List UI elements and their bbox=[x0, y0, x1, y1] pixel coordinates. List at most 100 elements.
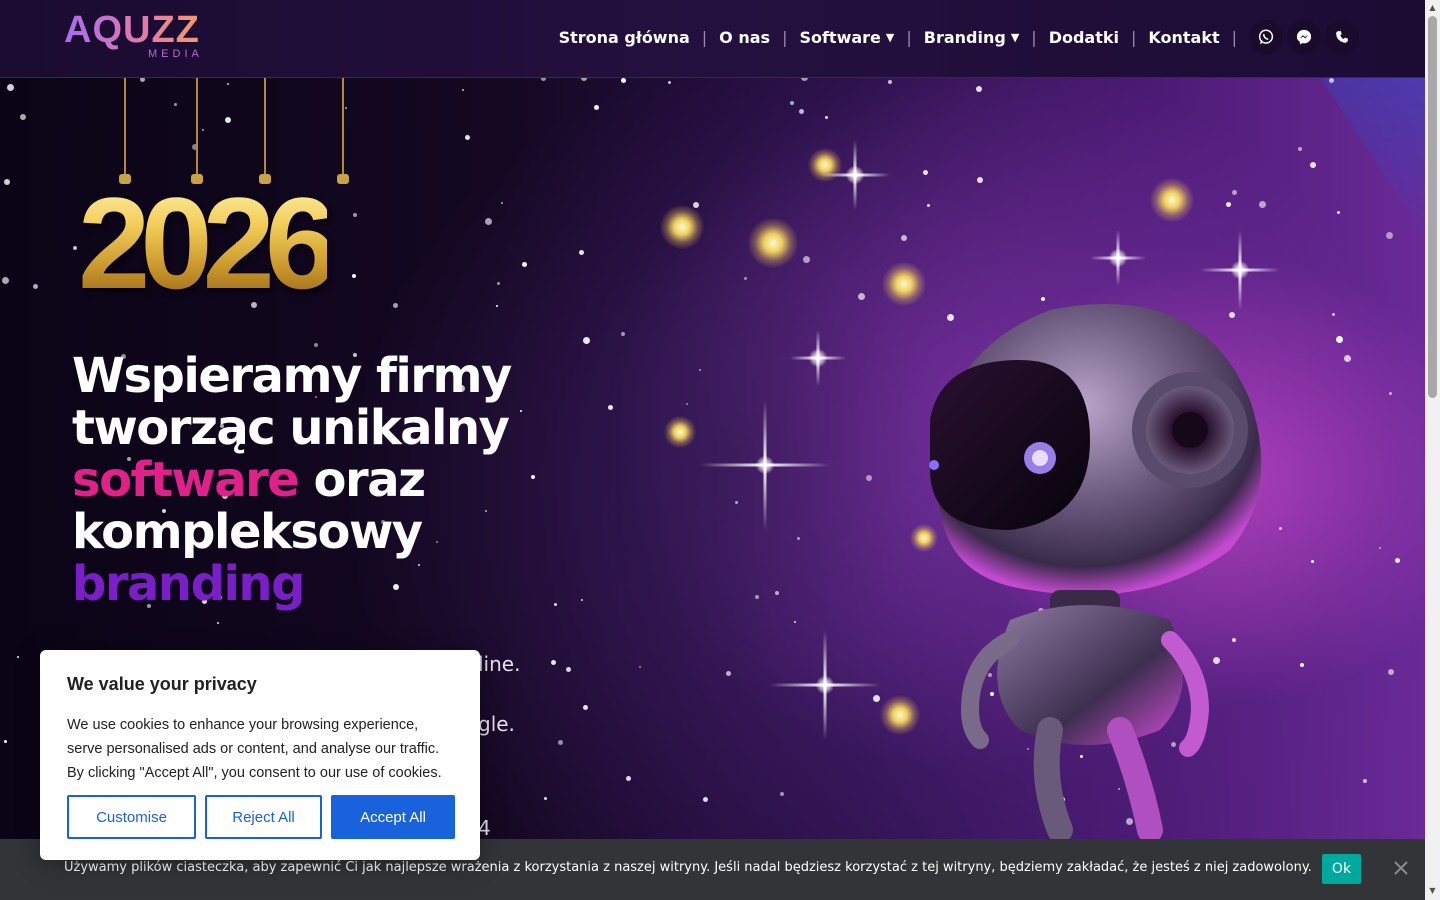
headline-line: kompleksowy bbox=[72, 504, 423, 560]
new-year-ornaments: 2026 bbox=[78, 78, 388, 328]
ornament-string bbox=[124, 78, 126, 178]
star-dot bbox=[17, 656, 19, 658]
star-dot bbox=[1363, 779, 1367, 783]
star-dot bbox=[581, 599, 583, 601]
hero-headline: Wspieramy firmy tworząc unikalny softwar… bbox=[72, 350, 532, 610]
star-dot bbox=[462, 89, 464, 91]
star-dot bbox=[797, 537, 800, 540]
star-dot bbox=[775, 591, 779, 595]
nav-item-contact[interactable]: Kontakt bbox=[1136, 28, 1231, 47]
aquzz-logo[interactable]: AQUZZ MEDIA bbox=[64, 10, 224, 62]
star-dot bbox=[726, 671, 731, 676]
star-dot bbox=[558, 740, 563, 745]
star-dot bbox=[1332, 313, 1335, 316]
star-dot bbox=[465, 135, 470, 140]
star-dot bbox=[803, 256, 810, 263]
star-dot bbox=[1329, 78, 1334, 83]
nav-item-about[interactable]: O nas bbox=[707, 28, 782, 47]
cookie-notice-text: Używamy plików ciasteczka, aby zapewnić … bbox=[64, 860, 1312, 875]
cookie-ok-button[interactable]: Ok bbox=[1322, 854, 1361, 884]
star-dot bbox=[1386, 232, 1393, 239]
star-dot bbox=[1336, 336, 1343, 343]
star-dot bbox=[1311, 560, 1314, 563]
star-dot bbox=[621, 78, 626, 83]
star-dot bbox=[755, 595, 759, 599]
scroll-down-arrow[interactable]: ▼ bbox=[1428, 886, 1437, 895]
star-dot bbox=[4, 740, 7, 743]
logo-subtitle: MEDIA bbox=[148, 48, 203, 60]
nav-item-label: Software bbox=[799, 28, 881, 47]
star-dot bbox=[1310, 162, 1316, 168]
star-dot bbox=[73, 246, 77, 250]
highlight-software: software bbox=[72, 452, 300, 508]
star-dot bbox=[799, 109, 804, 114]
nav-item-label: Branding bbox=[923, 28, 1006, 47]
star-dot bbox=[501, 202, 503, 204]
accept-all-button[interactable]: Accept All bbox=[331, 795, 455, 839]
nav-item-home[interactable]: Strona główna bbox=[547, 28, 702, 47]
star-dot bbox=[566, 667, 571, 672]
scrollbar-thumb[interactable] bbox=[1428, 16, 1437, 398]
phone-icon bbox=[1336, 31, 1348, 43]
star-dot bbox=[4, 179, 10, 185]
star-dot bbox=[522, 262, 527, 267]
star-dot bbox=[1388, 669, 1394, 675]
star-dot bbox=[496, 305, 498, 307]
close-icon[interactable] bbox=[1390, 857, 1412, 879]
star-dot bbox=[858, 293, 865, 300]
privacy-actions: Customise Reject All Accept All bbox=[67, 795, 455, 839]
star-dot bbox=[780, 792, 784, 796]
reject-all-button[interactable]: Reject All bbox=[205, 795, 322, 839]
star-dot bbox=[1337, 211, 1340, 214]
messenger-button[interactable] bbox=[1287, 20, 1321, 54]
golden-light bbox=[664, 416, 696, 448]
hero-subtext-fragment: line. bbox=[478, 652, 521, 676]
star-dot bbox=[554, 603, 557, 606]
star-dot bbox=[551, 660, 556, 665]
nav-item-branding[interactable]: Branding ▼ bbox=[912, 28, 1032, 47]
page-scrollbar[interactable]: ▲ ▼ bbox=[1425, 0, 1440, 900]
star-dot bbox=[608, 405, 613, 410]
star-dot bbox=[639, 666, 641, 668]
privacy-consent-modal: We value your privacy We use cookies to … bbox=[40, 650, 480, 860]
scroll-up-arrow[interactable]: ▲ bbox=[1428, 3, 1437, 12]
sparkle bbox=[820, 140, 890, 210]
star-dot bbox=[744, 277, 747, 280]
star-dot bbox=[794, 621, 796, 623]
star-dot bbox=[1389, 392, 1392, 395]
year-2026: 2026 bbox=[78, 170, 337, 316]
star-dot bbox=[888, 80, 892, 84]
star-dot bbox=[699, 369, 701, 371]
messenger-icon bbox=[1296, 29, 1312, 45]
star-dot bbox=[393, 303, 398, 308]
golden-light bbox=[748, 218, 798, 268]
star-dot bbox=[927, 204, 930, 207]
logo-wordmark: AQUZZ bbox=[64, 9, 200, 51]
star-dot bbox=[7, 84, 14, 91]
nav-item-addons[interactable]: Dodatki bbox=[1037, 28, 1131, 47]
light-beam bbox=[1321, 78, 1425, 238]
star-dot bbox=[583, 705, 588, 710]
customise-button[interactable]: Customise bbox=[67, 795, 196, 839]
nav-item-software[interactable]: Software ▼ bbox=[787, 28, 906, 47]
sparkle bbox=[790, 330, 846, 386]
star-dot bbox=[583, 337, 590, 344]
star-dot bbox=[1232, 190, 1237, 195]
whatsapp-icon bbox=[1258, 29, 1274, 44]
golden-light bbox=[660, 205, 704, 249]
star-dot bbox=[686, 403, 688, 405]
ornament-string bbox=[196, 78, 198, 178]
star-dot bbox=[1344, 355, 1351, 362]
whatsapp-button[interactable] bbox=[1249, 20, 1283, 54]
star-dot bbox=[626, 776, 631, 781]
sparkle bbox=[1090, 230, 1146, 286]
star-dot bbox=[579, 250, 584, 255]
star-dot bbox=[977, 177, 983, 183]
site-header: AQUZZ MEDIA Strona główna | O nas | Soft… bbox=[0, 0, 1425, 78]
headline-line: software oraz bbox=[72, 454, 532, 506]
star-dot bbox=[703, 797, 708, 802]
star-dot bbox=[1259, 201, 1266, 208]
star-dot bbox=[314, 343, 318, 347]
ornament-cap bbox=[337, 174, 349, 184]
phone-button[interactable] bbox=[1325, 20, 1359, 54]
